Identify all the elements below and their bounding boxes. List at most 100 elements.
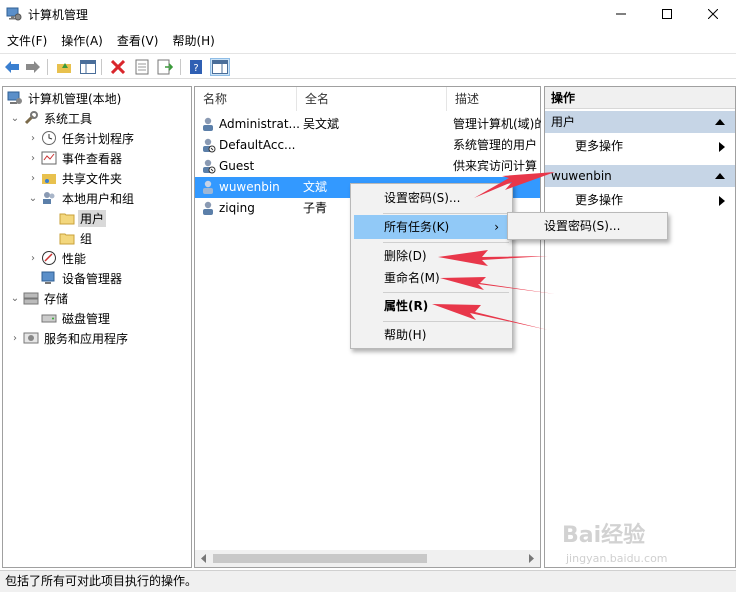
table-row[interactable]: Guest 供来宾访问计算 bbox=[195, 156, 540, 177]
storage-icon bbox=[23, 290, 39, 306]
scrollbar-thumb[interactable] bbox=[213, 554, 427, 563]
tree-node-shared-folders[interactable]: › 共享文件夹 bbox=[27, 168, 124, 188]
tree-label: 组 bbox=[80, 231, 93, 246]
show-hide-action-pane-button[interactable] bbox=[210, 58, 230, 76]
expand-chevron-icon[interactable]: › bbox=[27, 153, 39, 164]
tree-label: 服务和应用程序 bbox=[44, 331, 129, 346]
up-level-button[interactable] bbox=[55, 58, 73, 76]
tree-label: 系统工具 bbox=[44, 111, 93, 126]
collapse-triangle-icon[interactable] bbox=[715, 118, 725, 125]
user-description: 管理计算机(域)的 bbox=[453, 117, 541, 131]
expand-chevron-icon[interactable]: › bbox=[27, 253, 39, 264]
collapse-chevron-icon[interactable]: ⌄ bbox=[9, 293, 21, 304]
toolbar-separator bbox=[47, 59, 48, 75]
tree-label: 任务计划程序 bbox=[62, 131, 135, 146]
device-manager-icon bbox=[41, 270, 57, 286]
tree-node-storage[interactable]: ⌄ 存储 bbox=[9, 288, 70, 308]
tree-label: 用户 bbox=[78, 209, 107, 227]
user-name: Guest bbox=[219, 159, 255, 173]
table-row[interactable]: Administrat... 吴文斌 管理计算机(域)的 bbox=[195, 114, 541, 135]
expand-chevron-icon[interactable]: › bbox=[27, 133, 39, 144]
tree-node-users[interactable]: 用户 bbox=[45, 208, 107, 228]
tree-label: 计算机管理(本地) bbox=[28, 91, 122, 106]
collapse-chevron-icon[interactable]: ⌄ bbox=[9, 113, 21, 124]
user-icon bbox=[203, 201, 213, 215]
performance-icon bbox=[41, 250, 57, 266]
user-icon bbox=[203, 117, 213, 131]
forward-arrow-icon bbox=[26, 61, 40, 73]
close-button[interactable] bbox=[690, 0, 736, 28]
back-button[interactable] bbox=[3, 58, 21, 76]
more-actions-users[interactable]: 更多操作 bbox=[545, 135, 735, 157]
group-label: 用户 bbox=[551, 115, 576, 129]
menu-bar: 文件(F) 操作(A) 查看(V) 帮助(H) bbox=[0, 30, 736, 52]
all-tasks-submenu: 设置密码(S)... bbox=[507, 212, 668, 240]
services-icon bbox=[23, 330, 39, 346]
tree-node-groups[interactable]: 组 bbox=[45, 228, 94, 248]
collapse-triangle-icon[interactable] bbox=[715, 172, 725, 179]
scroll-right-icon[interactable] bbox=[527, 554, 535, 563]
menu-item-delete[interactable]: 删除(D) bbox=[354, 244, 509, 268]
submenu-arrow-icon: › bbox=[494, 220, 499, 234]
tree-node-performance[interactable]: › 性能 bbox=[27, 248, 88, 268]
horizontal-scrollbar[interactable] bbox=[195, 550, 540, 567]
actions-header: 操作 bbox=[545, 87, 735, 109]
menu-item-all-tasks[interactable]: 所有任务(K) › bbox=[354, 215, 509, 239]
column-header-description[interactable]: 描述 bbox=[447, 87, 540, 111]
action-pane-icon bbox=[212, 60, 228, 74]
svg-text:?: ? bbox=[193, 63, 198, 74]
tree-label: 本地用户和组 bbox=[62, 191, 135, 206]
menu-view[interactable]: 查看(V) bbox=[110, 30, 166, 52]
actions-group-wuwenbin[interactable]: wuwenbin bbox=[545, 165, 735, 187]
submenu-item-set-password[interactable]: 设置密码(S)... bbox=[511, 214, 664, 238]
minimize-button[interactable] bbox=[598, 0, 644, 28]
menu-item-help[interactable]: 帮助(H) bbox=[354, 323, 509, 347]
window-title: 计算机管理 bbox=[28, 8, 89, 22]
menu-separator bbox=[383, 292, 509, 293]
expand-chevron-icon[interactable]: › bbox=[27, 173, 39, 184]
tree-node-local-users-groups[interactable]: ⌄ 本地用户和组 bbox=[27, 188, 136, 208]
properties-page-icon bbox=[135, 59, 149, 75]
baidu-watermark-logo: Bai经验 bbox=[562, 523, 646, 548]
menu-separator bbox=[383, 321, 509, 322]
folder-icon bbox=[59, 230, 75, 246]
table-row[interactable]: DefaultAcc... 系统管理的用户 bbox=[195, 135, 540, 156]
help-button[interactable]: ? bbox=[187, 58, 205, 76]
context-menu: 设置密码(S)... 所有任务(K) › 删除(D) 重命名(M) 属性(R) … bbox=[350, 183, 513, 349]
scroll-left-icon[interactable] bbox=[200, 554, 208, 563]
menu-action[interactable]: 操作(A) bbox=[54, 30, 110, 52]
collapse-chevron-icon[interactable]: ⌄ bbox=[27, 193, 39, 204]
shared-folder-icon bbox=[41, 170, 57, 186]
delete-button[interactable] bbox=[109, 58, 127, 76]
tree-node-services-apps[interactable]: › 服务和应用程序 bbox=[9, 328, 130, 348]
menu-file[interactable]: 文件(F) bbox=[0, 30, 54, 52]
show-hide-console-tree-button[interactable] bbox=[79, 58, 97, 76]
close-icon bbox=[708, 9, 718, 19]
export-list-button[interactable] bbox=[156, 58, 174, 76]
expand-chevron-icon[interactable]: › bbox=[9, 333, 21, 344]
tree-node-system-tools[interactable]: ⌄ 系统工具 bbox=[9, 108, 94, 128]
baidu-watermark-url: jingyan.baidu.com bbox=[566, 552, 668, 565]
menu-separator bbox=[383, 242, 509, 243]
maximize-button[interactable] bbox=[644, 0, 690, 28]
tree-node-disk-management[interactable]: 磁盘管理 bbox=[27, 308, 112, 328]
actions-group-users[interactable]: 用户 bbox=[545, 111, 735, 133]
properties-button[interactable] bbox=[133, 58, 151, 76]
tree-node-task-scheduler[interactable]: › 任务计划程序 bbox=[27, 128, 136, 148]
menu-separator bbox=[383, 213, 509, 214]
menu-help[interactable]: 帮助(H) bbox=[165, 30, 221, 52]
column-header-name[interactable]: 名称 bbox=[195, 87, 297, 111]
forward-button[interactable] bbox=[24, 58, 42, 76]
tree-node-event-viewer[interactable]: › 事件查看器 bbox=[27, 148, 124, 168]
delete-x-icon bbox=[111, 60, 125, 74]
menu-item-rename[interactable]: 重命名(M) bbox=[354, 266, 509, 290]
tree-node-root[interactable]: 计算机管理(本地) bbox=[5, 88, 123, 108]
tree-node-device-manager[interactable]: 设备管理器 bbox=[27, 268, 124, 288]
console-tree: 计算机管理(本地) ⌄ 系统工具 › 任务计划程序 › 事件查看器 › 共享文件… bbox=[2, 86, 192, 568]
column-header-fullname[interactable]: 全名 bbox=[297, 87, 447, 111]
tree-label: 存储 bbox=[44, 291, 69, 306]
user-icon bbox=[203, 159, 216, 174]
menu-item-set-password[interactable]: 设置密码(S)... bbox=[354, 186, 509, 210]
more-actions-wuwenbin[interactable]: 更多操作 bbox=[545, 189, 735, 211]
menu-item-properties[interactable]: 属性(R) bbox=[354, 294, 509, 318]
